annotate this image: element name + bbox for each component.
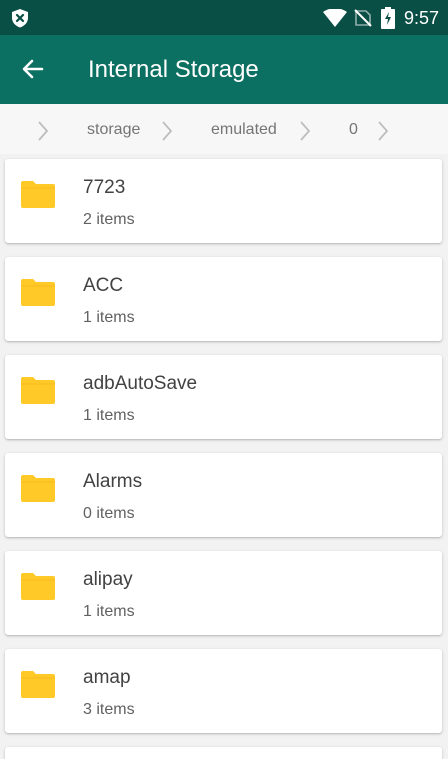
- list-item[interactable]: ACC 1 items: [5, 257, 442, 341]
- page-title: Internal Storage: [88, 56, 259, 83]
- breadcrumb-item-emulated[interactable]: emulated: [211, 120, 277, 140]
- back-button[interactable]: [20, 56, 46, 82]
- chevron-right-icon: [38, 121, 49, 141]
- folder-item-count: 1 items: [83, 407, 135, 424]
- list-item[interactable]: adbAutoSave 1 items: [5, 355, 442, 439]
- breadcrumb: storage emulated 0: [0, 104, 448, 154]
- folder-item-count: 1 items: [83, 309, 135, 326]
- status-bar: 9:57: [0, 0, 448, 35]
- shield-x-icon: [12, 9, 28, 28]
- folder-name: ACC: [83, 275, 124, 296]
- chevron-right-icon: [162, 121, 173, 141]
- folder-item-count: 1 items: [83, 603, 135, 620]
- breadcrumb-item-0[interactable]: 0: [349, 120, 358, 140]
- folder-name: alipay: [83, 569, 133, 590]
- chevron-right-icon: [300, 121, 311, 141]
- app-bar: Internal Storage: [0, 35, 448, 104]
- wifi-icon: [323, 9, 347, 27]
- folder-icon: [21, 279, 55, 306]
- list-item[interactable]: Alarms 0 items: [5, 453, 442, 537]
- battery-charging-icon: [381, 7, 395, 29]
- folder-icon: [21, 475, 55, 502]
- folder-item-count: 2 items: [83, 211, 135, 228]
- no-sim-icon: [354, 9, 372, 27]
- folder-item-count: 0 items: [83, 505, 135, 522]
- list-item[interactable]: 7723 2 items: [5, 159, 442, 243]
- folder-icon: [21, 573, 55, 600]
- list-item[interactable]: alipay 1 items: [5, 551, 442, 635]
- folder-name: 7723: [83, 177, 126, 198]
- chevron-right-icon: [378, 121, 389, 141]
- folder-item-count: 3 items: [83, 701, 135, 718]
- folder-icon: [21, 181, 55, 208]
- status-time: 9:57: [404, 8, 440, 28]
- folder-icon: [21, 377, 55, 404]
- folder-name: amap: [83, 667, 131, 688]
- list-item[interactable]: [5, 747, 442, 759]
- folder-icon: [21, 671, 55, 698]
- folder-name: adbAutoSave: [83, 373, 198, 394]
- folder-name: Alarms: [83, 471, 143, 492]
- list-item[interactable]: amap 3 items: [5, 649, 442, 733]
- breadcrumb-item-storage[interactable]: storage: [87, 120, 140, 140]
